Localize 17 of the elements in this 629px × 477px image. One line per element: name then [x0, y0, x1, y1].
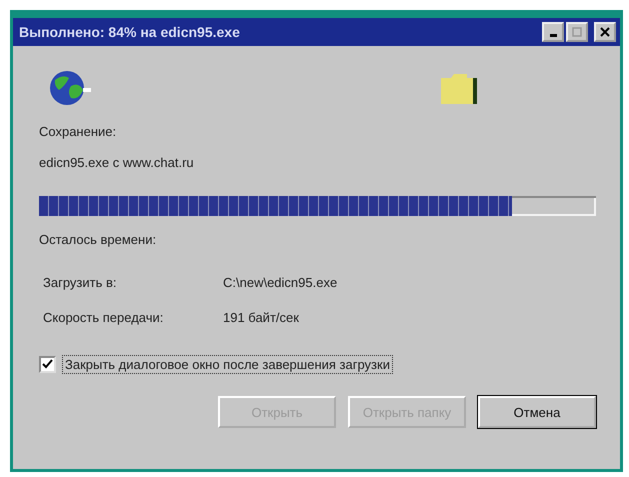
maximize-icon: [572, 27, 582, 37]
window-title: Выполнено: 84% на edicn95.exe: [19, 24, 240, 40]
time-left-label: Осталось времени:: [39, 232, 158, 247]
saving-label: Сохранение:: [39, 124, 118, 139]
source-text: edicn95.exe с www.chat.ru: [39, 155, 195, 170]
globe-icon: [49, 68, 93, 108]
minimize-icon: [550, 34, 556, 36]
detail-value: 191 байт/сек: [223, 310, 300, 325]
minimize-button[interactable]: [542, 22, 564, 42]
checkbox-label[interactable]: Закрыть диалоговое окно после завершения загрузки: [62, 355, 393, 374]
dialog-button[interactable]: Отмена: [478, 396, 596, 428]
detail-label: Загрузить в:: [43, 275, 118, 290]
close-button[interactable]: [594, 22, 616, 42]
close-icon: [600, 27, 610, 37]
detail-value: C:\new\edicn95.exe: [223, 275, 338, 290]
checkbox[interactable]: [39, 356, 56, 373]
detail-label: Скорость передачи:: [43, 310, 164, 325]
